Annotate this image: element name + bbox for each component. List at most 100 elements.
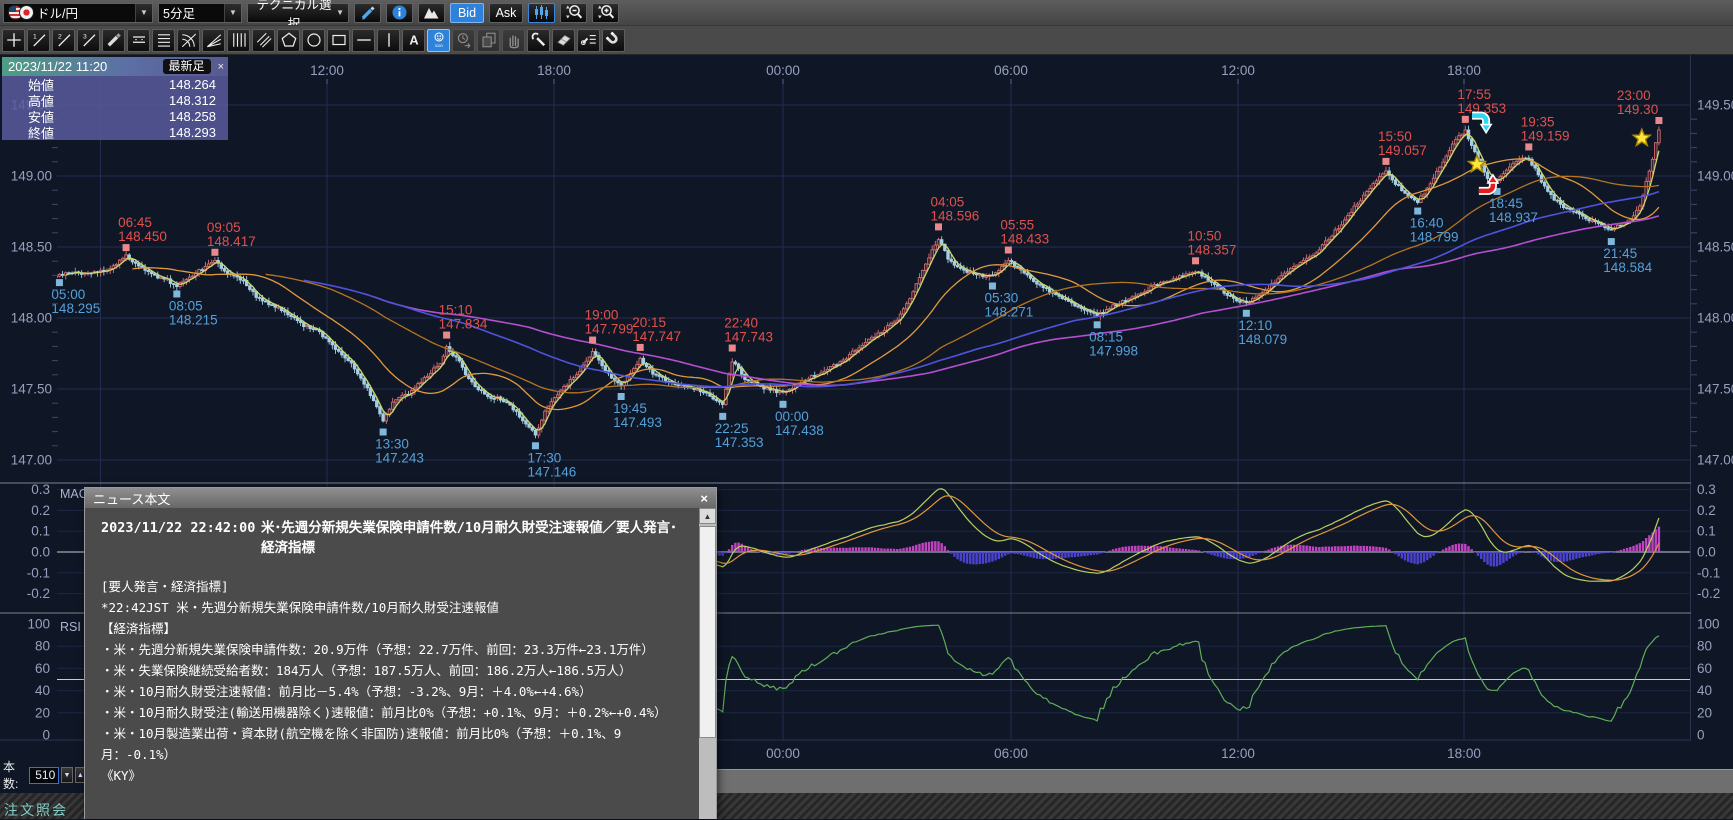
candlestick-icon xyxy=(533,4,550,21)
news-window-titlebar[interactable]: ニュース本文 × xyxy=(85,488,716,508)
news-body-line: 【経済指標】 xyxy=(101,618,689,639)
high-marker xyxy=(729,344,736,351)
news-body-line: *22:42JST 米・先週分新規失業保険申請件数/10月耐久財受注速報値 xyxy=(101,597,689,618)
crosshair-button[interactable] xyxy=(2,29,25,52)
low-marker-time: 08:15 xyxy=(1089,329,1123,344)
zoom-out-button[interactable] xyxy=(560,3,587,23)
rsi-tick-right: 40 xyxy=(1697,683,1712,698)
fan-lines-button[interactable] xyxy=(202,29,225,52)
low-marker-time: 16:40 xyxy=(1410,216,1444,231)
trendline-2-icon xyxy=(55,31,73,49)
trendline-1-icon xyxy=(30,31,48,49)
chevron-down-icon: ▼ xyxy=(336,8,344,17)
pencil-line-button[interactable] xyxy=(102,29,125,52)
high-marker-time: 19:35 xyxy=(1521,114,1555,129)
high-marker-price: 148.596 xyxy=(930,208,979,223)
rsi-tick-right: 60 xyxy=(1697,661,1712,676)
pitchfork-icon xyxy=(255,31,273,49)
time-tick-bottom: 06:00 xyxy=(994,746,1028,761)
technical-select-button[interactable]: テクニカル選択 ▼ xyxy=(247,3,349,23)
eraser-button[interactable] xyxy=(552,29,575,52)
mountain-chart-button[interactable] xyxy=(418,3,445,23)
fibonacci-arc-button[interactable] xyxy=(177,29,200,52)
symbol-select[interactable]: ドル/円 ▼ xyxy=(3,3,153,23)
time-tick-top: 12:00 xyxy=(310,63,344,78)
wrench-list-button[interactable] xyxy=(577,29,600,52)
zoom-in-button[interactable] xyxy=(592,3,619,23)
latest-bar-button[interactable]: 最新足 xyxy=(163,59,211,74)
trendline-3-icon xyxy=(80,31,98,49)
high-marker-time: 20:15 xyxy=(632,315,666,330)
time-tick-top: 06:00 xyxy=(994,63,1028,78)
high-marker xyxy=(211,249,218,256)
close-icon[interactable]: × xyxy=(700,491,708,506)
close-icon[interactable]: × xyxy=(218,61,224,73)
parallel-lines-2-button[interactable] xyxy=(127,29,150,52)
price-tick-right: 148.00 xyxy=(1697,311,1733,326)
bar-count-input[interactable]: 510 xyxy=(29,767,59,784)
text-button[interactable] xyxy=(402,29,425,52)
low-marker-time: 18:45 xyxy=(1489,196,1523,211)
wrench-button[interactable] xyxy=(527,29,550,52)
zoom-in-icon xyxy=(597,4,614,21)
price-tick-right: 148.50 xyxy=(1697,240,1733,255)
order-inquiry-label[interactable]: 注文照会 xyxy=(4,800,68,820)
trendline-2-button[interactable] xyxy=(52,29,75,52)
high-marker-time: 15:50 xyxy=(1378,129,1412,144)
parallel-lines-4-button[interactable] xyxy=(152,29,175,52)
wrench-list-icon xyxy=(580,31,598,49)
magnet-icon xyxy=(605,31,623,49)
scrollbar-thumb[interactable] xyxy=(699,526,716,738)
macd-tick-left: 0.0 xyxy=(31,545,50,560)
horizontal-segment-button[interactable] xyxy=(352,29,375,52)
high-marker-price: 147.799 xyxy=(585,322,634,337)
magnet-button[interactable] xyxy=(602,29,625,52)
pentagon-button[interactable] xyxy=(277,29,300,52)
high-marker-price: 149.159 xyxy=(1521,128,1570,143)
emoticon-stamp-button[interactable] xyxy=(427,29,450,52)
low-marker-price: 147.998 xyxy=(1089,343,1138,358)
ask-button[interactable]: Ask xyxy=(489,3,523,23)
high-marker xyxy=(1382,158,1389,165)
news-body-line: ・米・10月耐久財受注(輸送用機器除く)速報値：前月比0%（予想：+0.1%、9… xyxy=(101,702,689,723)
drawing-toolbar xyxy=(0,25,1733,55)
high-marker-time: 19:00 xyxy=(585,308,619,323)
scroll-up-button[interactable]: ▲ xyxy=(699,508,716,524)
high-marker-time: 05:55 xyxy=(1000,218,1034,233)
macd-tick-right: -0.2 xyxy=(1697,586,1720,601)
pencil-icon xyxy=(359,4,376,21)
bar-count-decrease-button[interactable]: ▼ xyxy=(61,767,72,783)
high-marker-time: 10:50 xyxy=(1188,228,1222,243)
price-tick-left: 147.00 xyxy=(11,453,52,468)
vertical-lines-button[interactable] xyxy=(227,29,250,52)
bid-button[interactable]: Bid xyxy=(450,3,484,23)
high-marker xyxy=(1525,143,1532,150)
trendline-3-button[interactable] xyxy=(77,29,100,52)
low-marker-price: 148.584 xyxy=(1603,260,1652,275)
time-tick-bottom: 12:00 xyxy=(1221,746,1255,761)
ohlc-info-box: 2023/11/22 11:20 最新足 × 始値148.264 高値148.3… xyxy=(2,57,228,140)
history-undo-icon xyxy=(455,31,473,49)
vertical-segment-button[interactable] xyxy=(377,29,400,52)
main-toolbar: ドル/円 ▼ 5分足 ▼ テクニカル選択 ▼ Bid Ask xyxy=(0,0,1733,25)
low-marker-price: 148.215 xyxy=(169,312,218,327)
ellipse-button[interactable] xyxy=(302,29,325,52)
chart-style-button[interactable] xyxy=(528,3,555,23)
macd-tick-right: 0.2 xyxy=(1697,503,1716,518)
news-scrollbar[interactable]: ▲ xyxy=(699,508,716,819)
mountain-icon xyxy=(423,4,440,21)
low-marker xyxy=(989,283,996,290)
rectangle-button[interactable] xyxy=(327,29,350,52)
draw-pencil-button[interactable] xyxy=(354,3,381,23)
news-window: ニュース本文 × 2023/11/22 22:42:00 米･先週分新規失業保険… xyxy=(84,487,717,819)
low-marker-time: 12:10 xyxy=(1238,318,1272,333)
timeframe-select[interactable]: 5分足 ▼ xyxy=(158,3,242,23)
ellipse-icon xyxy=(305,31,323,49)
trendline-1-button[interactable] xyxy=(27,29,50,52)
pitchfork-button[interactable] xyxy=(252,29,275,52)
info-button[interactable] xyxy=(386,3,413,23)
price-tick-right: 147.00 xyxy=(1697,453,1733,468)
high-marker xyxy=(1655,117,1662,124)
jp-flag-icon xyxy=(19,5,34,20)
horizontal-segment-icon xyxy=(355,31,373,49)
